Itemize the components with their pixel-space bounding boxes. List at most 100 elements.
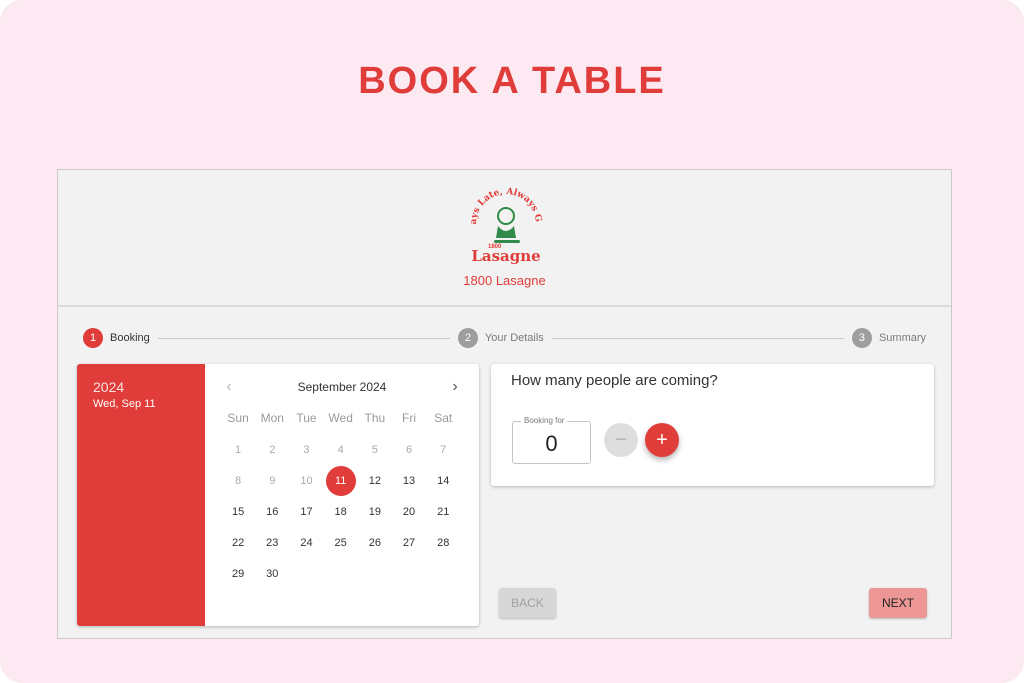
step-connector	[551, 337, 844, 339]
day-number: 30	[266, 567, 279, 580]
calendar-day: 2	[255, 434, 289, 465]
day-number: 20	[402, 505, 416, 518]
day-number: 28	[437, 536, 450, 549]
weekday-label: Wed	[328, 411, 353, 425]
step-connector	[157, 337, 450, 339]
day-number: 4	[337, 443, 344, 456]
weekday-label: Sat	[434, 411, 453, 425]
calendar-day[interactable]: 23	[255, 527, 289, 558]
guest-count-value: 0	[545, 431, 558, 456]
calendar-day[interactable]: 12	[358, 465, 392, 496]
step-number: 2	[457, 328, 478, 348]
chevron-right-icon[interactable]: ›	[445, 378, 465, 396]
calendar-day[interactable]: 29	[221, 558, 255, 589]
calendar-day: 5	[358, 434, 392, 465]
calendar-day[interactable]: 25	[324, 527, 358, 558]
day-number: 2	[269, 443, 276, 456]
booking-for-label: Booking for	[521, 416, 568, 425]
calendar-day[interactable]: 24	[289, 527, 323, 558]
step-label: Booking	[110, 332, 150, 344]
decrement-button[interactable]: −	[604, 423, 638, 457]
calendar-day: 10	[289, 465, 323, 496]
guest-count-card: How many people are coming? Booking for …	[491, 364, 934, 486]
day-grid: 1 2 3 4 5 6 7 8 9 10 11 12 13 14 15 16 17 18 19 20 21 22 23 24 2…	[221, 434, 460, 589]
day-number: 15	[231, 505, 245, 518]
day-number: 29	[231, 567, 245, 580]
logo-brand: Lasagne	[471, 247, 540, 265]
day-number: 27	[402, 536, 416, 549]
calendar-view: ‹ September 2024 › Sun Mon Tue Wed Thu Fri Sat…	[205, 364, 479, 626]
day-number: 19	[368, 505, 381, 518]
weekday-label: Sun	[227, 411, 249, 425]
restaurant-header: Always Late, Always Great 1800 Lasagne 1…	[58, 170, 951, 307]
calendar-day[interactable]: 18	[324, 496, 358, 527]
selected-year[interactable]: 2024	[93, 379, 189, 395]
date-picker: 2024 Wed, Sep 11 ‹ September 2024 › Sun M…	[77, 364, 479, 626]
day-number: 13	[402, 474, 416, 487]
calendar-day[interactable]: 19	[358, 496, 392, 527]
logo-slogan: Always Late, Always Great	[466, 178, 543, 225]
calendar-day[interactable]: 16	[255, 496, 289, 527]
day-number: 6	[405, 443, 413, 456]
day-number: 23	[266, 536, 279, 549]
increment-button[interactable]: +	[645, 423, 679, 457]
calendar-header: ‹ September 2024 ›	[219, 377, 465, 397]
calendar-day: 4	[324, 434, 358, 465]
calendar-day: 9	[255, 465, 289, 496]
day-number: 7	[440, 443, 447, 456]
calendar-day[interactable]: 15	[221, 496, 255, 527]
weekday-label: Mon	[260, 411, 284, 425]
step-number: 1	[83, 328, 103, 348]
plus-icon: +	[656, 428, 668, 451]
chef-body-icon	[496, 226, 516, 238]
calendar-day-selected[interactable]: 11	[324, 465, 358, 496]
calendar-day: 7	[426, 434, 460, 465]
day-number: 5	[371, 443, 378, 456]
calendar-day: 8	[221, 465, 255, 496]
minus-icon: −	[615, 428, 627, 451]
day-number: 3	[303, 443, 310, 456]
day-number: 14	[437, 474, 450, 487]
chevron-left-icon[interactable]: ‹	[219, 378, 239, 396]
calendar-day[interactable]: 30	[255, 558, 289, 589]
calendar-day[interactable]: 13	[392, 465, 426, 496]
day-number: 17	[300, 505, 313, 518]
svg-text:Always Late, Always Great: Always Late, Always Great	[466, 178, 543, 225]
booking-widget: Always Late, Always Great 1800 Lasagne 1…	[57, 169, 952, 639]
booking-stepper: 1 Booking 2 Your Details 3 Summary	[83, 327, 926, 349]
back-button[interactable]: BACK	[499, 588, 556, 618]
day-number: 9	[269, 474, 276, 487]
day-number: 18	[334, 505, 347, 518]
day-number: 8	[235, 474, 242, 487]
page-title: BOOK A TABLE	[358, 60, 666, 102]
day-number: 24	[300, 536, 313, 549]
calendar-day: 6	[392, 434, 426, 465]
month-label: September 2024	[297, 380, 387, 394]
day-number: 25	[334, 536, 347, 549]
calendar-day[interactable]: 27	[392, 527, 426, 558]
day-number: 22	[231, 536, 245, 549]
calendar-day[interactable]: 22	[221, 527, 255, 558]
chef-head-icon	[497, 207, 515, 225]
restaurant-logo: Always Late, Always Great 1800 Lasagne	[466, 178, 543, 265]
step-label: Summary	[878, 332, 927, 344]
calendar-day[interactable]: 21	[426, 496, 460, 527]
day-number: 16	[266, 505, 279, 518]
calendar-day[interactable]: 14	[426, 465, 460, 496]
calendar-day[interactable]: 20	[392, 496, 426, 527]
page-background: BOOK A TABLE Always Late, Always Great 1…	[0, 0, 1024, 683]
step-your-details: 2 Your Details	[457, 328, 544, 348]
next-button[interactable]: NEXT	[869, 588, 927, 618]
booking-for-field[interactable]: Booking for 0	[512, 416, 591, 464]
calendar-day: 1	[221, 434, 255, 465]
calendar-day: 3	[289, 434, 323, 465]
selected-date[interactable]: Wed, Sep 11	[93, 398, 189, 410]
calendar-day[interactable]: 26	[358, 527, 392, 558]
day-number: 11	[325, 465, 356, 496]
calendar-day[interactable]: 28	[426, 527, 460, 558]
step-label: Your Details	[484, 332, 544, 344]
guest-question: How many people are coming?	[511, 372, 718, 389]
restaurant-name: 1800 Lasagne	[463, 273, 546, 288]
calendar-day[interactable]: 17	[289, 496, 323, 527]
day-number: 26	[368, 536, 381, 549]
